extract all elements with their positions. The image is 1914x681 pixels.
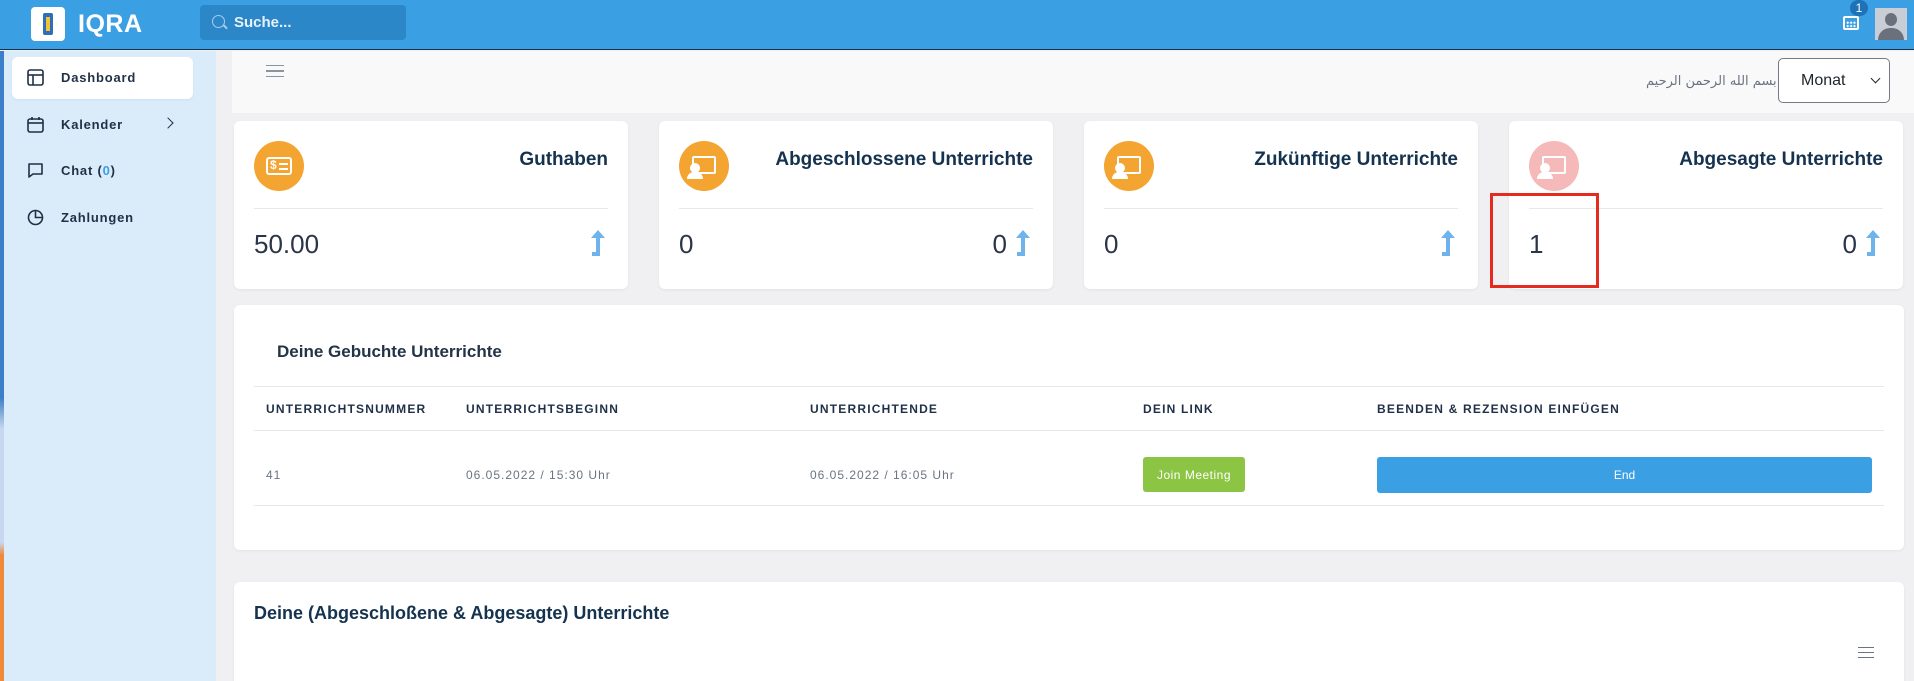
sidebar-item-label: Chat (0) bbox=[61, 163, 116, 178]
chat-count: 0 bbox=[102, 163, 111, 178]
top-bar: IQRA 1 bbox=[0, 0, 1914, 50]
column-header: UNTERRICHTENDE bbox=[810, 402, 939, 416]
avatar[interactable] bbox=[1875, 8, 1907, 40]
stat-card-guthaben: $ Guthaben 50.00 bbox=[234, 121, 628, 289]
hamburger-menu-icon[interactable] bbox=[266, 65, 284, 77]
column-header: UNTERRICHTSBEGINN bbox=[466, 402, 620, 416]
trend-up-icon bbox=[1016, 230, 1030, 256]
panel-title: Deine Gebuchte Unterrichte bbox=[277, 342, 502, 361]
brand-name[interactable]: IQRA bbox=[78, 10, 143, 39]
sidebar-item-label: Dashboard bbox=[61, 70, 137, 85]
join-meeting-button[interactable]: Join Meeting bbox=[1143, 457, 1245, 492]
trend-up-icon bbox=[1441, 230, 1455, 256]
presentation-icon bbox=[1104, 141, 1154, 191]
sidebar-item-label: Kalender bbox=[61, 117, 124, 132]
sidebar-accent-strip bbox=[0, 51, 4, 681]
menu-icon[interactable] bbox=[1858, 647, 1874, 658]
highlight-box bbox=[1490, 193, 1599, 288]
sidebar-item-dashboard[interactable]: Dashboard bbox=[12, 57, 193, 99]
cell-start: 06.05.2022 / 15:30 Uhr bbox=[466, 468, 611, 482]
card-value: 0 bbox=[1104, 229, 1119, 259]
card-title: Abgeschlossene Unterrichte bbox=[775, 149, 1033, 170]
bismillah-text: بسم الله الرحمن الرحيم bbox=[1646, 74, 1777, 89]
sidebar-item-label: Zahlungen bbox=[61, 210, 134, 225]
cell-number: 41 bbox=[266, 468, 282, 482]
search-icon bbox=[212, 15, 225, 28]
stat-card-zukuenftige: Zukünftige Unterrichte 0 bbox=[1084, 121, 1478, 289]
column-header: BEENDEN & REZENSION EINFÜGEN bbox=[1377, 402, 1620, 416]
card-title: Guthaben bbox=[519, 149, 608, 170]
sidebar-item-zahlungen[interactable]: Zahlungen bbox=[12, 197, 193, 239]
stat-card-abgeschlossene: Abgeschlossene Unterrichte 0 0 bbox=[659, 121, 1053, 289]
chevron-right-icon bbox=[162, 117, 174, 129]
column-header: UNTERRICHTSNUMMER bbox=[266, 402, 427, 416]
chat-icon bbox=[28, 163, 43, 178]
card-value: 50.00 bbox=[254, 229, 320, 259]
sidebar-item-kalender[interactable]: Kalender bbox=[12, 104, 193, 146]
search-input[interactable] bbox=[234, 5, 402, 40]
period-select-value: Monat bbox=[1801, 72, 1846, 89]
chevron-down-icon bbox=[1870, 73, 1881, 84]
trend-up-icon bbox=[1866, 230, 1880, 256]
booked-lessons-panel: Deine Gebuchte Unterrichte UNTERRICHTSNU… bbox=[234, 305, 1904, 550]
layout-icon bbox=[27, 69, 44, 86]
card-value: 0 bbox=[679, 229, 694, 259]
card-title: Abgesagte Unterrichte bbox=[1679, 149, 1883, 170]
cell-end: 06.05.2022 / 16:05 Uhr bbox=[810, 468, 955, 482]
bill-icon: $ bbox=[254, 141, 304, 191]
card-trend-value: 0 bbox=[992, 229, 1007, 259]
search-box[interactable] bbox=[200, 5, 406, 40]
subheader: بسم الله الرحمن الرحيم Monat bbox=[232, 51, 1914, 113]
presentation-icon bbox=[679, 141, 729, 191]
card-trend-value: 0 bbox=[1842, 229, 1857, 259]
column-header: DEIN LINK bbox=[1143, 402, 1214, 416]
trend-up-icon bbox=[591, 230, 605, 256]
panel-title: Deine (Abgeschloßene & Abgesagte) Unterr… bbox=[254, 603, 670, 623]
card-title: Zukünftige Unterrichte bbox=[1254, 149, 1458, 170]
sidebar-item-chat[interactable]: Chat (0) bbox=[12, 150, 193, 192]
period-select[interactable]: Monat bbox=[1778, 58, 1890, 103]
pie-chart-icon bbox=[27, 209, 44, 226]
notification-badge[interactable]: 1 bbox=[1850, 0, 1868, 16]
end-button[interactable]: End bbox=[1377, 457, 1872, 493]
presentation-icon bbox=[1529, 141, 1579, 191]
calendar-icon bbox=[27, 117, 44, 133]
logo-icon[interactable] bbox=[31, 7, 65, 41]
history-panel: Deine (Abgeschloßene & Abgesagte) Unterr… bbox=[234, 582, 1904, 681]
